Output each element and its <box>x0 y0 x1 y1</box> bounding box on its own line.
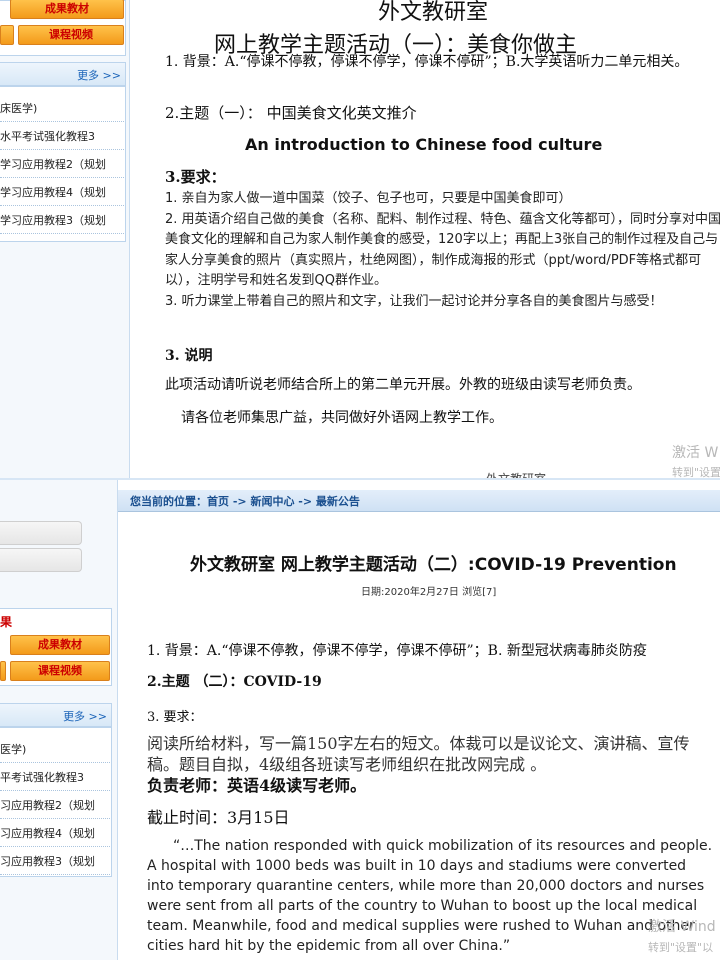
resource-buttons-box: 果 成果教材 课程视频 <box>0 608 112 686</box>
more-link[interactable]: 更多 >> <box>77 67 121 83</box>
requirement-item: 3. 听力课堂上带着自己的照片和文字，让我们一起讨论并分享各自的美食图片与感受！ <box>165 293 663 309</box>
activation-watermark: 激活 W <box>672 445 719 461</box>
background-paragraph: 1. 背景：A.“停课不停教，停课不停学，停课不停研”；B.大学英语听力二单元相… <box>165 54 689 70</box>
left-sidebar: 果 成果教材 课程视频 更多 >> 医学) 平考试强化教程3 习应用教程2（规划… <box>0 480 118 960</box>
list-header: 更多 >> <box>0 703 112 727</box>
requirements-list: 1. 亲自为家人做一道中国菜（饺子、包子也可，只要是中国美食即可） 2. 用英语… <box>165 189 720 312</box>
course-video-button[interactable]: 课程视频 <box>18 25 124 45</box>
section-label: 果 <box>0 615 13 629</box>
list-item[interactable]: 学习应用教程2（规划 <box>0 151 124 178</box>
note-paragraph: 此项活动请听说老师结合所上的第二单元开展。外教的班级由读写老师负责。 <box>165 377 641 393</box>
activation-watermark-hint: 转到"设置"以 <box>648 941 714 954</box>
quote-paragraph: “…The nation responded with quick mobili… <box>147 838 713 954</box>
note-paragraph: 请各位老师集思广益，共同做好外语网上教学工作。 <box>181 410 503 426</box>
left-edge-button[interactable] <box>0 661 6 681</box>
list-item[interactable]: 学习应用教程4（规划 <box>0 179 124 206</box>
requirements-heading: 3. 要求： <box>147 710 203 725</box>
bottom-screenshot-panel: 果 成果教材 课程视频 更多 >> 医学) 平考试强化教程3 习应用教程2（规划… <box>0 480 720 960</box>
resource-buttons-box: 成果教材 课程视频 <box>0 0 126 56</box>
activation-watermark: 激活 Wind <box>648 919 716 935</box>
list-item[interactable]: 床医学) <box>0 95 124 122</box>
article-title: 外文教研室 网上教学主题活动（二）:COVID-19 Prevention <box>190 555 677 575</box>
textbook-results-button[interactable]: 成果教材 <box>10 0 124 19</box>
textbook-list: 医学) 平考试强化教程3 习应用教程2（规划 习应用教程4（规划 习应用教程3（… <box>0 727 112 877</box>
list-item[interactable]: 学习应用教程3（规划 <box>0 207 124 234</box>
reading-material: “…The nation responded with quick mobili… <box>147 836 717 956</box>
sidebar-search-field[interactable] <box>0 548 82 572</box>
note-heading: 3. 说明 <box>165 348 213 364</box>
requirement-item: 2. 用英语介绍自己做的美食（名称、配料、制作过程、特色、蕴含文化等都可），同时… <box>165 211 720 289</box>
textbook-results-button[interactable]: 成果教材 <box>10 635 110 655</box>
theme-heading: 2.主题（一）： 中国美食文化英文推介 <box>165 104 417 122</box>
left-edge-button[interactable] <box>0 25 14 45</box>
list-item[interactable]: 水平考试强化教程3 <box>0 123 124 150</box>
sidebar-search-field[interactable] <box>0 521 82 545</box>
top-screenshot-panel: 成果教材 课程视频 更多 >> 床医学) 水平考试强化教程3 学习应用教程2（规… <box>0 0 720 480</box>
teacher-line: 负责老师：英语4级读写老师。 <box>147 776 367 795</box>
list-item[interactable]: 习应用教程4（规划 <box>0 820 110 847</box>
requirement-item: 1. 亲自为家人做一道中国菜（饺子、包子也可，只要是中国美食即可） <box>165 191 572 206</box>
requirements-heading: 3.要求： <box>165 168 226 186</box>
deadline-line: 截止时间：3月15日 <box>147 808 290 827</box>
list-item[interactable]: 平考试强化教程3 <box>0 764 110 791</box>
left-sidebar: 成果教材 课程视频 更多 >> 床医学) 水平考试强化教程3 学习应用教程2（规… <box>0 0 130 480</box>
theme-heading: 2.主题 （二）：COVID-19 <box>147 674 322 690</box>
english-subtitle: An introduction to Chinese food culture <box>245 135 603 154</box>
list-header: 更多 >> <box>0 62 126 86</box>
list-item[interactable]: 习应用教程3（规划 <box>0 848 110 875</box>
course-video-button[interactable]: 课程视频 <box>10 661 110 681</box>
more-link[interactable]: 更多 >> <box>63 708 107 724</box>
list-item[interactable]: 医学) <box>0 736 110 763</box>
textbook-list: 床医学) 水平考试强化教程3 学习应用教程2（规划 学习应用教程4（规划 学习应… <box>0 86 126 242</box>
breadcrumb[interactable]: 您当前的位置：首页 -> 新闻中心 -> 最新公告 <box>130 493 360 509</box>
breadcrumb-bar: 您当前的位置：首页 -> 新闻中心 -> 最新公告 <box>118 490 720 512</box>
background-paragraph: 1. 背景：A.“停课不停教，停课不停学，停课不停研”；B. 新型冠状病毒肺炎防… <box>147 643 647 659</box>
requirements-paragraph: 阅读所给材料，写一篇150字左右的短文。体裁可以是议论文、演讲稿、宣传稿。题目自… <box>147 734 690 774</box>
list-item[interactable]: 习应用教程2（规划 <box>0 792 110 819</box>
article-date: 日期:2020年2月27日 浏览[7] <box>361 587 497 598</box>
department-heading: 外文教研室 <box>378 0 489 25</box>
